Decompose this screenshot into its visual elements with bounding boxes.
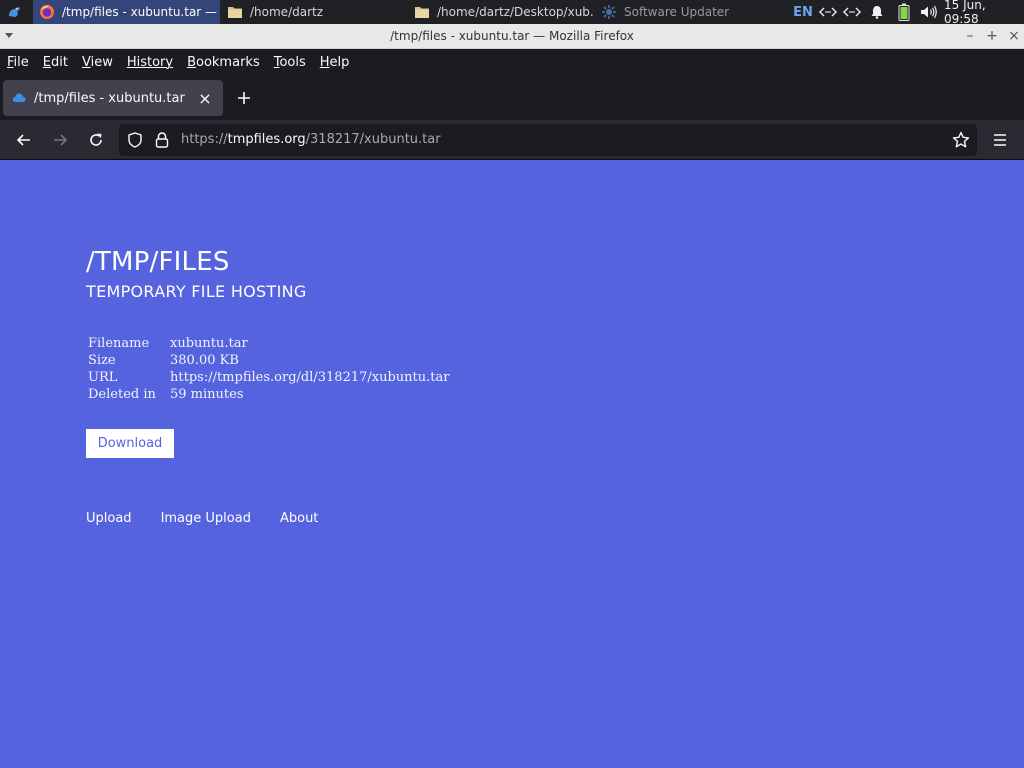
battery-icon[interactable] xyxy=(895,0,913,24)
tab-title: /tmp/files - xubuntu.tar xyxy=(34,90,185,106)
table-row: Deleted in 59 minutes xyxy=(86,386,451,403)
taskbar-item-label: /home/dartz xyxy=(250,5,324,19)
forward-button[interactable] xyxy=(44,124,76,156)
menu-edit[interactable]: Edit xyxy=(43,55,68,70)
upload-link[interactable]: Upload xyxy=(86,511,132,526)
tab-strip: /tmp/files - xubuntu.tar × xyxy=(0,76,1024,120)
maximize-button[interactable]: + xyxy=(981,24,1003,49)
image-upload-link[interactable]: Image Upload xyxy=(161,511,251,526)
menu-help[interactable]: Help xyxy=(320,55,350,70)
url-bar[interactable]: https://tmpfiles.org/318217/xubuntu.tar xyxy=(119,124,977,156)
info-key: Size xyxy=(88,353,116,368)
info-value: xubuntu.tar xyxy=(170,336,248,351)
navigation-bar: https://tmpfiles.org/318217/xubuntu.tar xyxy=(0,120,1024,160)
folder-icon xyxy=(227,4,243,20)
hamburger-menu-icon[interactable] xyxy=(984,124,1016,156)
menu-tools[interactable]: Tools xyxy=(274,55,306,70)
volume-icon[interactable] xyxy=(919,0,939,24)
clock[interactable]: 15 Jun, 09:58 xyxy=(944,0,1022,26)
window-titlebar[interactable]: /tmp/files - xubuntu.tar — Mozilla Firef… xyxy=(0,24,1024,49)
close-tab-icon[interactable]: × xyxy=(193,86,217,110)
taskbar-item-software-updater[interactable]: Software Updater xyxy=(595,0,781,24)
taskbar-item-label: Software Updater xyxy=(624,5,730,19)
tab-tmpfiles[interactable]: /tmp/files - xubuntu.tar × xyxy=(3,80,223,116)
minimize-button[interactable]: – xyxy=(959,24,981,49)
url-text[interactable]: https://tmpfiles.org/318217/xubuntu.tar xyxy=(181,124,441,156)
new-tab-button[interactable] xyxy=(232,86,256,110)
whisker-menu-icon[interactable] xyxy=(2,0,26,24)
taskbar-item-label: /tmp/files - xubuntu.tar — ... xyxy=(62,5,220,19)
lock-icon[interactable] xyxy=(154,132,170,148)
firefox-icon xyxy=(39,4,55,20)
notification-bell-icon[interactable] xyxy=(868,0,886,24)
window-title: /tmp/files - xubuntu.tar — Mozilla Firef… xyxy=(390,29,634,43)
close-window-button[interactable]: × xyxy=(1003,24,1024,49)
menu-history[interactable]: History xyxy=(127,55,173,70)
network-icon[interactable] xyxy=(818,0,838,24)
taskbar-item-label: /home/dartz/Desktop/xub... xyxy=(437,5,594,19)
network-icon[interactable] xyxy=(842,0,862,24)
site-subtitle: TEMPORARY FILE HOSTING xyxy=(86,282,307,301)
footer-nav: Upload Image Upload About xyxy=(86,511,318,526)
info-value: 59 minutes xyxy=(170,387,244,402)
table-row: URL https://tmpfiles.org/dl/318217/xubun… xyxy=(86,369,451,386)
download-button[interactable]: Download xyxy=(86,429,174,458)
info-key: Filename xyxy=(88,336,150,351)
info-value[interactable]: https://tmpfiles.org/dl/318217/xubuntu.t… xyxy=(168,369,451,386)
taskbar-item-desktop-folder[interactable]: /home/dartz/Desktop/xub... xyxy=(408,0,594,24)
back-button[interactable] xyxy=(8,124,40,156)
table-row: Size 380.00 KB xyxy=(86,352,451,369)
updater-icon xyxy=(601,4,617,20)
table-row: Filename xubuntu.tar xyxy=(86,335,451,352)
keyboard-layout-indicator[interactable]: EN xyxy=(792,0,814,24)
top-panel: /tmp/files - xubuntu.tar — ... /home/dar… xyxy=(0,0,1024,26)
taskbar-item-firefox[interactable]: /tmp/files - xubuntu.tar — ... xyxy=(33,0,220,24)
cloud-favicon-icon xyxy=(12,91,26,105)
page-content: /TMP/FILES TEMPORARY FILE HOSTING Filena… xyxy=(0,161,1024,768)
about-link[interactable]: About xyxy=(280,511,318,526)
info-key: URL xyxy=(88,370,118,385)
info-key: Deleted in xyxy=(88,387,156,402)
tracking-protection-shield-icon[interactable] xyxy=(127,132,143,148)
site-title: /TMP/FILES xyxy=(86,247,230,277)
menu-view[interactable]: View xyxy=(82,55,113,70)
menubar: File Edit View History Bookmarks Tools H… xyxy=(0,49,1024,76)
menu-bookmarks[interactable]: Bookmarks xyxy=(187,55,260,70)
folder-icon xyxy=(414,4,430,20)
reload-button[interactable] xyxy=(80,124,112,156)
bookmark-star-icon[interactable] xyxy=(945,124,977,156)
file-info-table: Filename xubuntu.tar Size 380.00 KB URL … xyxy=(86,335,451,403)
info-value: 380.00 KB xyxy=(170,353,239,368)
menu-file[interactable]: File xyxy=(7,55,29,70)
taskbar-item-home-folder[interactable]: /home/dartz xyxy=(221,0,407,24)
